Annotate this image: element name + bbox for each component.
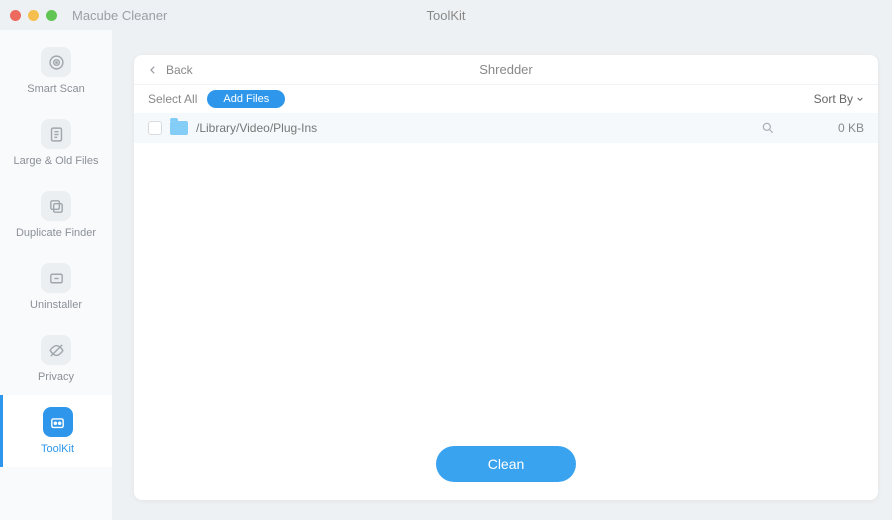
chevron-left-icon <box>148 65 158 75</box>
sidebar-item-label: Privacy <box>38 371 74 383</box>
maximize-window-button[interactable] <box>46 10 57 21</box>
page-title: ToolKit <box>426 8 465 23</box>
uninstall-icon <box>41 263 71 293</box>
sort-by-dropdown[interactable]: Sort By <box>814 92 864 106</box>
window-controls <box>10 10 57 21</box>
sidebar: Smart Scan Large & Old Files Duplicate F… <box>0 30 112 520</box>
sidebar-item-label: Smart Scan <box>27 83 84 95</box>
panel: Back Shredder Select All Add Files Sort … <box>134 55 878 500</box>
chevron-down-icon <box>856 95 864 103</box>
search-icon <box>761 121 775 135</box>
file-size: 0 KB <box>838 121 864 135</box>
sidebar-item-toolkit[interactable]: ToolKit <box>0 395 112 467</box>
minimize-window-button[interactable] <box>28 10 39 21</box>
sidebar-item-label: ToolKit <box>41 443 74 455</box>
target-icon <box>41 47 71 77</box>
sidebar-item-smart-scan[interactable]: Smart Scan <box>0 35 112 107</box>
sidebar-item-duplicate-finder[interactable]: Duplicate Finder <box>0 179 112 251</box>
add-files-button[interactable]: Add Files <box>207 90 285 108</box>
toolkit-icon <box>43 407 73 437</box>
clean-button[interactable]: Clean <box>436 446 576 482</box>
sidebar-item-label: Duplicate Finder <box>16 227 96 239</box>
sidebar-item-uninstaller[interactable]: Uninstaller <box>0 251 112 323</box>
file-row[interactable]: /Library/Video/Plug-Ins 0 KB <box>134 113 878 143</box>
sidebar-item-label: Uninstaller <box>30 299 82 311</box>
sidebar-item-privacy[interactable]: Privacy <box>0 323 112 395</box>
file-list: /Library/Video/Plug-Ins 0 KB <box>134 113 878 432</box>
select-all-button[interactable]: Select All <box>148 92 197 106</box>
app-name: Macube Cleaner <box>72 8 167 23</box>
back-label: Back <box>166 63 193 77</box>
titlebar: Macube Cleaner ToolKit <box>0 0 892 30</box>
row-checkbox[interactable] <box>148 121 162 135</box>
reveal-in-finder-button[interactable] <box>761 121 775 135</box>
folder-icon <box>170 121 188 135</box>
duplicate-icon <box>41 191 71 221</box>
back-button[interactable]: Back <box>148 63 193 77</box>
file-icon <box>41 119 71 149</box>
toolbar: Select All Add Files Sort By <box>134 85 878 113</box>
sidebar-item-large-old-files[interactable]: Large & Old Files <box>0 107 112 179</box>
panel-header: Back Shredder <box>134 55 878 85</box>
panel-title: Shredder <box>479 62 532 77</box>
sort-by-label: Sort By <box>814 92 853 106</box>
sidebar-item-label: Large & Old Files <box>14 155 99 167</box>
close-window-button[interactable] <box>10 10 21 21</box>
panel-footer: Clean <box>134 432 878 500</box>
file-path: /Library/Video/Plug-Ins <box>196 121 753 135</box>
privacy-icon <box>41 335 71 365</box>
